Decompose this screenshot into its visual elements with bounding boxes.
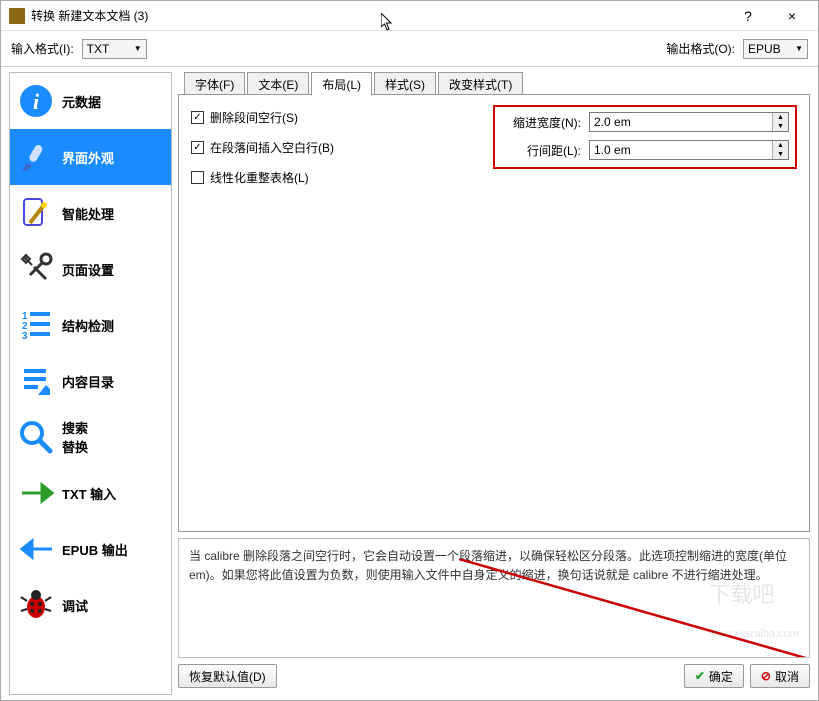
button-bar: 恢复默认值(D) ✔确定 ⊘取消: [178, 658, 810, 696]
tab-layout[interactable]: 布局(L): [311, 72, 372, 96]
spinner-down-icon[interactable]: ▼: [773, 122, 788, 131]
indent-width-spinner[interactable]: 2.0 em ▲▼: [589, 112, 789, 132]
sidebar-item-label: 元数据: [62, 92, 101, 111]
window-title: 转换 新建文本文档 (3): [31, 7, 730, 24]
input-format-value: TXT: [87, 42, 110, 56]
brush-icon: [18, 139, 54, 175]
help-text: 当 calibre 删除段落之间空行时，它会自动设置一个段落缩进，以确保轻松区分…: [189, 549, 787, 582]
sidebar-item-searchreplace[interactable]: 搜索 替换: [10, 409, 171, 465]
svg-text:3: 3: [22, 331, 28, 342]
sidebar-item-label: 调试: [62, 596, 88, 615]
tab-text[interactable]: 文本(E): [247, 72, 309, 96]
tabs: 字体(F) 文本(E) 布局(L) 样式(S) 改变样式(T): [178, 71, 810, 95]
ok-button[interactable]: ✔确定: [684, 664, 744, 688]
spinner-up-icon[interactable]: ▲: [773, 113, 788, 122]
sidebar: i 元数据 界面外观 智能处理 页面设置 123 结构检测 内容目录: [9, 72, 172, 695]
cancel-button[interactable]: ⊘取消: [750, 664, 810, 688]
search-icon: [18, 419, 54, 455]
bug-icon: [18, 587, 54, 623]
check-icon: ✔: [695, 669, 705, 683]
restore-defaults-button[interactable]: 恢复默认值(D): [178, 664, 277, 688]
indent-width-value: 2.0 em: [590, 115, 772, 129]
list-icon: 123: [18, 307, 54, 343]
output-format-select[interactable]: EPUB ▼: [743, 39, 808, 59]
checkbox-label: 线性化重整表格(L): [210, 169, 309, 186]
toc-icon: [18, 363, 54, 399]
checkbox-label: 在段落间插入空白行(B): [210, 139, 334, 156]
indent-width-label: 缩进宽度(N):: [501, 114, 581, 131]
format-bar: 输入格式(I): TXT ▼ 输出格式(O): EPUB ▼: [1, 31, 818, 67]
sidebar-item-label: 智能处理: [62, 204, 114, 223]
sidebar-item-epuboutput[interactable]: EPUB 输出: [10, 521, 171, 577]
sidebar-item-label: 内容目录: [62, 372, 114, 391]
sidebar-item-metadata[interactable]: i 元数据: [10, 73, 171, 129]
input-format-select[interactable]: TXT ▼: [82, 39, 147, 59]
output-format-label: 输出格式(O):: [666, 40, 735, 57]
sidebar-item-label: 搜索 替换: [62, 418, 88, 456]
input-format-label: 输入格式(I):: [11, 40, 74, 57]
help-button[interactable]: ?: [730, 4, 766, 28]
checkbox-insert-blank[interactable]: [191, 141, 204, 154]
close-button[interactable]: ×: [774, 4, 810, 28]
watermark: 下载吧www.xiazaiba.com: [709, 577, 799, 647]
arrow-left-icon: [18, 531, 54, 567]
chevron-down-icon: ▼: [795, 44, 803, 53]
arrow-right-icon: [18, 475, 54, 511]
sidebar-item-pagesetup[interactable]: 页面设置: [10, 241, 171, 297]
tab-style[interactable]: 样式(S): [374, 72, 436, 96]
spinner-down-icon[interactable]: ▼: [773, 150, 788, 159]
sidebar-item-heuristic[interactable]: 智能处理: [10, 185, 171, 241]
checkbox-remove-blank[interactable]: [191, 111, 204, 124]
spinner-up-icon[interactable]: ▲: [773, 141, 788, 150]
wand-icon: [18, 195, 54, 231]
titlebar: 转换 新建文本文档 (3) ? ×: [1, 1, 818, 31]
checkbox-linearize[interactable]: [191, 171, 204, 184]
sidebar-item-lookandfeel[interactable]: 界面外观: [10, 129, 171, 185]
sidebar-item-structure[interactable]: 123 结构检测: [10, 297, 171, 353]
linespacing-spinner[interactable]: 1.0 em ▲▼: [589, 140, 789, 160]
help-text-box: 当 calibre 删除段落之间空行时，它会自动设置一个段落缩进，以确保轻松区分…: [178, 538, 810, 658]
cancel-icon: ⊘: [761, 669, 771, 683]
app-icon: [9, 8, 25, 24]
info-icon: i: [18, 83, 54, 119]
sidebar-item-label: 页面设置: [62, 260, 114, 279]
tab-transform[interactable]: 改变样式(T): [438, 72, 523, 96]
sidebar-item-toc[interactable]: 内容目录: [10, 353, 171, 409]
chevron-down-icon: ▼: [134, 44, 142, 53]
sidebar-item-txtinput[interactable]: TXT 输入: [10, 465, 171, 521]
linespacing-label: 行间距(L):: [501, 142, 581, 159]
tools-icon: [18, 251, 54, 287]
checkbox-label: 删除段间空行(S): [210, 109, 298, 126]
output-format-value: EPUB: [748, 42, 781, 56]
linespacing-value: 1.0 em: [590, 143, 772, 157]
sidebar-item-label: EPUB 输出: [62, 540, 128, 559]
layout-panel: 删除段间空行(S) 在段落间插入空白行(B) 线性化重整表格(L) 缩进宽度(N…: [178, 95, 810, 532]
svg-text:i: i: [33, 89, 40, 114]
tab-font[interactable]: 字体(F): [184, 72, 245, 96]
highlighted-fields: 缩进宽度(N): 2.0 em ▲▼ 行间距(L): 1.0 em ▲▼: [493, 105, 797, 169]
sidebar-item-debug[interactable]: 调试: [10, 577, 171, 633]
sidebar-item-label: TXT 输入: [62, 484, 116, 503]
sidebar-item-label: 界面外观: [62, 148, 114, 167]
sidebar-item-label: 结构检测: [62, 316, 114, 335]
